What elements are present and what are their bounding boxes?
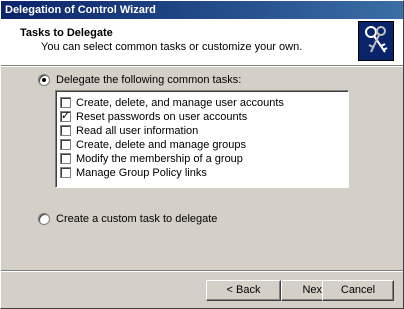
- task-checkbox[interactable]: [60, 139, 71, 150]
- task-label: Modify the membership of a group: [76, 152, 243, 165]
- radio-label-common: Delegate the following common tasks:: [56, 74, 242, 86]
- header-divider-highlight: [1, 66, 403, 67]
- back-button[interactable]: < Back: [206, 280, 281, 301]
- task-label: Reset passwords on user accounts: [76, 110, 248, 123]
- task-item-reset-passwords[interactable]: Reset passwords on user accounts: [60, 109, 248, 123]
- page-subtitle: You can select common tasks or customize…: [41, 41, 303, 53]
- cancel-button[interactable]: Cancel: [322, 280, 394, 301]
- task-label: Create, delete, and manage user accounts: [76, 96, 284, 109]
- task-item-modify-membership[interactable]: Modify the membership of a group: [60, 152, 243, 165]
- title-bar: Delegation of Control Wizard: [1, 1, 403, 19]
- task-checkbox[interactable]: [60, 167, 71, 178]
- task-label: Create, delete and manage groups: [76, 138, 247, 151]
- radio-label-custom: Create a custom task to delegate: [56, 213, 218, 225]
- window-title: Delegation of Control Wizard: [5, 4, 156, 16]
- radio-custom-task[interactable]: Create a custom task to delegate: [38, 213, 217, 225]
- wizard-window: Delegation of Control Wizard Tasks to De…: [0, 0, 404, 309]
- task-checkbox[interactable]: [60, 109, 71, 122]
- keys-icon: [358, 21, 394, 61]
- task-checkbox[interactable]: [60, 97, 71, 108]
- radio-button-custom[interactable]: [38, 213, 50, 225]
- footer-divider-highlight: [1, 271, 403, 272]
- common-tasks-list[interactable]: Create, delete, and manage user accounts…: [55, 90, 349, 188]
- task-checkbox[interactable]: [60, 153, 71, 164]
- wizard-header: Tasks to Delegate You can select common …: [1, 19, 403, 65]
- radio-button-common[interactable]: [38, 74, 50, 86]
- task-item-group-policy-links[interactable]: Manage Group Policy links: [60, 166, 207, 179]
- task-item-read-user-info[interactable]: Read all user information: [60, 124, 198, 137]
- task-item-manage-groups[interactable]: Create, delete and manage groups: [60, 138, 246, 151]
- task-item-create-users[interactable]: Create, delete, and manage user accounts: [60, 96, 284, 109]
- task-label: Manage Group Policy links: [76, 166, 207, 179]
- task-label: Read all user information: [76, 124, 199, 137]
- page-title: Tasks to Delegate: [20, 27, 113, 39]
- task-checkbox[interactable]: [60, 125, 71, 136]
- radio-delegate-common[interactable]: Delegate the following common tasks:: [38, 74, 241, 86]
